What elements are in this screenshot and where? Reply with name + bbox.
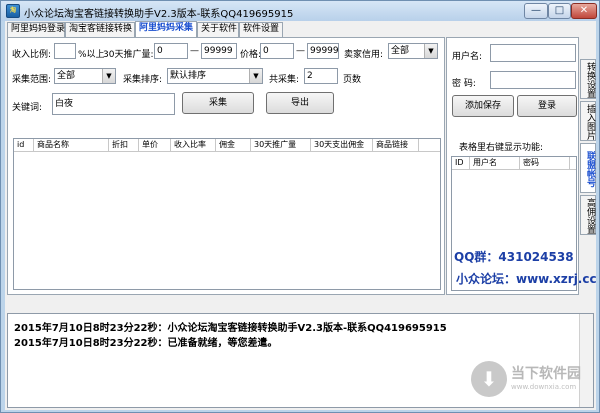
keyword-input[interactable]: 白夜 — [52, 93, 175, 115]
tab-link-convert[interactable]: 淘宝客链接转换 — [65, 22, 135, 37]
percent-above-label: %以上 — [78, 50, 105, 60]
promo-30d-label: 30天推广量: — [103, 50, 154, 60]
sort-select[interactable]: 默认排序 ▼ — [167, 68, 263, 84]
price-dash: — — [296, 46, 305, 56]
pages-label: 页数 — [343, 75, 362, 85]
promo-max-input[interactable]: 99999 — [201, 43, 237, 59]
keyword-label: 关键词: — [12, 103, 43, 113]
seller-credit-value: 全部 — [391, 46, 410, 56]
price-min-input[interactable]: 0 — [260, 43, 294, 59]
window-title: 小众论坛淘宝客链接转换助手V2.3版本-联系QQ419695915 — [24, 9, 294, 20]
col-discount[interactable]: 折扣 — [109, 139, 139, 152]
maximize-button[interactable]: □ — [548, 3, 571, 19]
chevron-down-icon: ▼ — [102, 69, 115, 83]
price-label: 价格: — [240, 50, 262, 60]
seller-credit-select[interactable]: 全部 ▼ — [388, 43, 438, 59]
tab-alimama-collect[interactable]: 阿里妈妈采集 — [135, 21, 197, 37]
sort-label: 采集排序: — [123, 75, 163, 85]
main-window: 淘 小众论坛淘宝客链接转换助手V2.3版本-联系QQ419695915 — □ … — [0, 0, 600, 413]
col-paid-commission-30d[interactable]: 30天支出佣金 — [311, 139, 373, 152]
col-unit-price[interactable]: 单价 — [139, 139, 171, 152]
col-commission[interactable]: 佣金 — [216, 139, 251, 152]
col-income-ratio[interactable]: 收入比率 — [171, 139, 216, 152]
range-label: 采集范围: — [12, 75, 52, 85]
chevron-down-icon: ▼ — [249, 69, 262, 83]
col-product-name[interactable]: 商品名称 — [34, 139, 109, 152]
sort-value: 默认排序 — [170, 71, 207, 81]
vtab-insert-image[interactable]: 插入图片 — [580, 101, 596, 141]
qq-group-text: QQ群：431024538 — [454, 250, 574, 264]
range-value: 全部 — [57, 71, 76, 81]
watermark: ⬇ 当下软件园 www.downxia.com — [471, 361, 591, 397]
total-label: 共采集: — [269, 75, 300, 85]
tab-about[interactable]: 关于软件 — [197, 22, 239, 37]
client-area: 阿里妈妈登录 淘宝客链接转换 阿里妈妈采集 关于软件 软件设置 收入比例: %以… — [5, 21, 597, 410]
account-table-header: ID 用户名 密码 — [452, 157, 576, 170]
income-ratio-label: 收入比例: — [12, 50, 52, 60]
col-account-id[interactable]: ID — [452, 157, 470, 170]
promo-dash: — — [190, 46, 199, 56]
username-input[interactable] — [490, 44, 576, 62]
col-id[interactable]: id — [14, 139, 34, 152]
collect-panel: 收入比例: %以上 30天推广量: 0 — 99999 价格: 0 — 9999… — [7, 37, 445, 295]
log-line: 2015年7月10日8时23分22秒：小众论坛淘宝客链接转换助手V2.3版本-联… — [14, 323, 447, 334]
right-click-note: 表格里右键显示功能: — [459, 143, 544, 153]
minimize-button[interactable]: — — [524, 3, 548, 19]
log-line: 2015年7月10日8时23分22秒：已准备就绪，等您差遣。 — [14, 338, 278, 349]
col-promo-30d[interactable]: 30天推广量 — [251, 139, 311, 152]
down-arrow-icon: ⬇ — [480, 367, 498, 391]
product-table[interactable]: id 商品名称 折扣 单价 收入比率 佣金 30天推广量 30天支出佣金 商品链… — [13, 138, 441, 290]
tab-alimama-login[interactable]: 阿里妈妈登录 — [7, 22, 65, 37]
vtab-high-commission[interactable]: 高佣设置 — [580, 195, 596, 235]
app-icon: 淘 — [6, 4, 20, 18]
export-button[interactable]: 导出 — [266, 92, 334, 114]
promo-min-input[interactable]: 0 — [154, 43, 188, 59]
title-bar[interactable]: 淘 小众论坛淘宝客链接转换助手V2.3版本-联系QQ419695915 — □ … — [1, 1, 599, 21]
income-ratio-input[interactable] — [54, 43, 76, 59]
watermark-url: www.downxia.com — [511, 383, 577, 391]
col-product-link[interactable]: 商品链接 — [373, 139, 419, 152]
col-account-password[interactable]: 密码 — [520, 157, 570, 170]
price-max-input[interactable]: 99999 — [307, 43, 339, 59]
range-select[interactable]: 全部 ▼ — [54, 68, 116, 84]
collect-button[interactable]: 采集 — [182, 92, 254, 114]
username-label: 用户名: — [452, 52, 483, 62]
close-button[interactable]: ✕ — [571, 3, 597, 19]
tab-settings[interactable]: 软件设置 — [239, 22, 283, 37]
col-account-username[interactable]: 用户名 — [470, 157, 520, 170]
vtab-affiliate-account[interactable]: 联盟帐号 — [580, 143, 596, 193]
chevron-down-icon: ▼ — [424, 44, 437, 58]
password-label: 密 码: — [452, 79, 476, 89]
watermark-title: 当下软件园 — [511, 366, 581, 382]
forum-link[interactable]: 小众论坛：www.xzrj.cc — [456, 270, 597, 287]
seller-credit-label: 卖家信用: — [344, 50, 384, 60]
login-button[interactable]: 登录 — [517, 95, 577, 117]
product-table-header: id 商品名称 折扣 单价 收入比率 佣金 30天推广量 30天支出佣金 商品链… — [14, 139, 440, 152]
vtab-convert-settings[interactable]: 转换设置 — [580, 59, 596, 99]
total-pages-input[interactable]: 2 — [304, 68, 338, 84]
add-save-button[interactable]: 添加保存 — [452, 95, 514, 117]
password-input[interactable] — [490, 71, 576, 89]
